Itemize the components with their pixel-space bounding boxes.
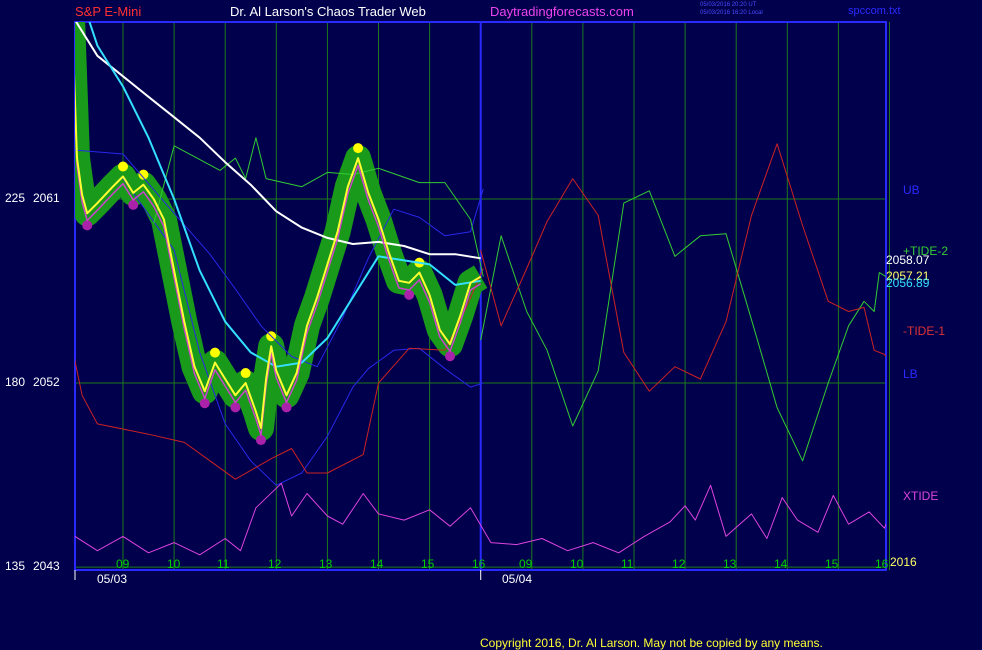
- date-label: 05/04: [502, 572, 533, 586]
- copyright-notice: Copyright 2016, Dr. Al Larson. May not b…: [480, 636, 823, 650]
- x-tick-label: 13: [319, 557, 333, 571]
- low-dot: [128, 199, 139, 210]
- last-price-cyan: 2056.89: [886, 276, 930, 290]
- low-dot: [82, 220, 93, 231]
- low-dot: [199, 398, 210, 409]
- x-tick-label: 12: [672, 557, 686, 571]
- x-tick-label: 13: [723, 557, 737, 571]
- low-dot: [230, 402, 241, 413]
- x-tick-label: 14: [370, 557, 384, 571]
- x-tick-label: 15: [825, 557, 839, 571]
- year-label: 2016: [890, 555, 917, 569]
- high-dot: [240, 368, 251, 379]
- low-dot: [445, 351, 456, 362]
- high-dot: [118, 161, 128, 172]
- low-dot: [281, 402, 292, 413]
- date-label: 05/03: [97, 572, 128, 586]
- x-tick-label: 12: [268, 557, 282, 571]
- site-link[interactable]: Daytradingforecasts.com: [490, 5, 634, 19]
- y-label-left: 135: [5, 559, 26, 573]
- x-tick-label: 10: [570, 557, 584, 571]
- x-tick-label: 16: [875, 557, 889, 571]
- high-dot: [353, 143, 364, 154]
- x-tick-label: 11: [217, 557, 230, 571]
- y-label-right: 2061: [33, 191, 60, 205]
- ub-label: UB: [903, 183, 920, 197]
- data-file-label: spccom.txt: [848, 5, 901, 17]
- low-dot: [255, 435, 266, 446]
- y-label-left: 180: [5, 375, 26, 389]
- timestamp-local: 05/03/2016 16:20 Local: [700, 10, 763, 16]
- x-tick-label: 16: [472, 557, 486, 571]
- last-price-white: 2058.07: [886, 253, 930, 267]
- chart-canvas: [0, 0, 982, 650]
- low-dot: [404, 289, 415, 300]
- y-label-left: 225: [5, 191, 26, 205]
- instrument-label: S&P E-Mini: [75, 4, 142, 19]
- tide1-label: -TIDE-1: [903, 324, 945, 338]
- x-tick-label: 09: [519, 557, 533, 571]
- y-label-right: 2052: [33, 375, 60, 389]
- x-tick-label: 09: [116, 557, 130, 571]
- x-tick-label: 14: [774, 557, 788, 571]
- x-tick-label: 10: [167, 557, 181, 571]
- timestamp-ut: 05/03/2016 20:20 UT: [700, 2, 757, 8]
- y-label-right: 2043: [33, 559, 60, 573]
- xtide-label: XTIDE: [903, 489, 939, 503]
- high-dot: [209, 347, 220, 358]
- x-tick-label: 11: [621, 557, 634, 571]
- chart-title: Dr. Al Larson's Chaos Trader Web: [230, 4, 426, 19]
- lb-label: LB: [903, 367, 918, 381]
- x-tick-label: 15: [421, 557, 435, 571]
